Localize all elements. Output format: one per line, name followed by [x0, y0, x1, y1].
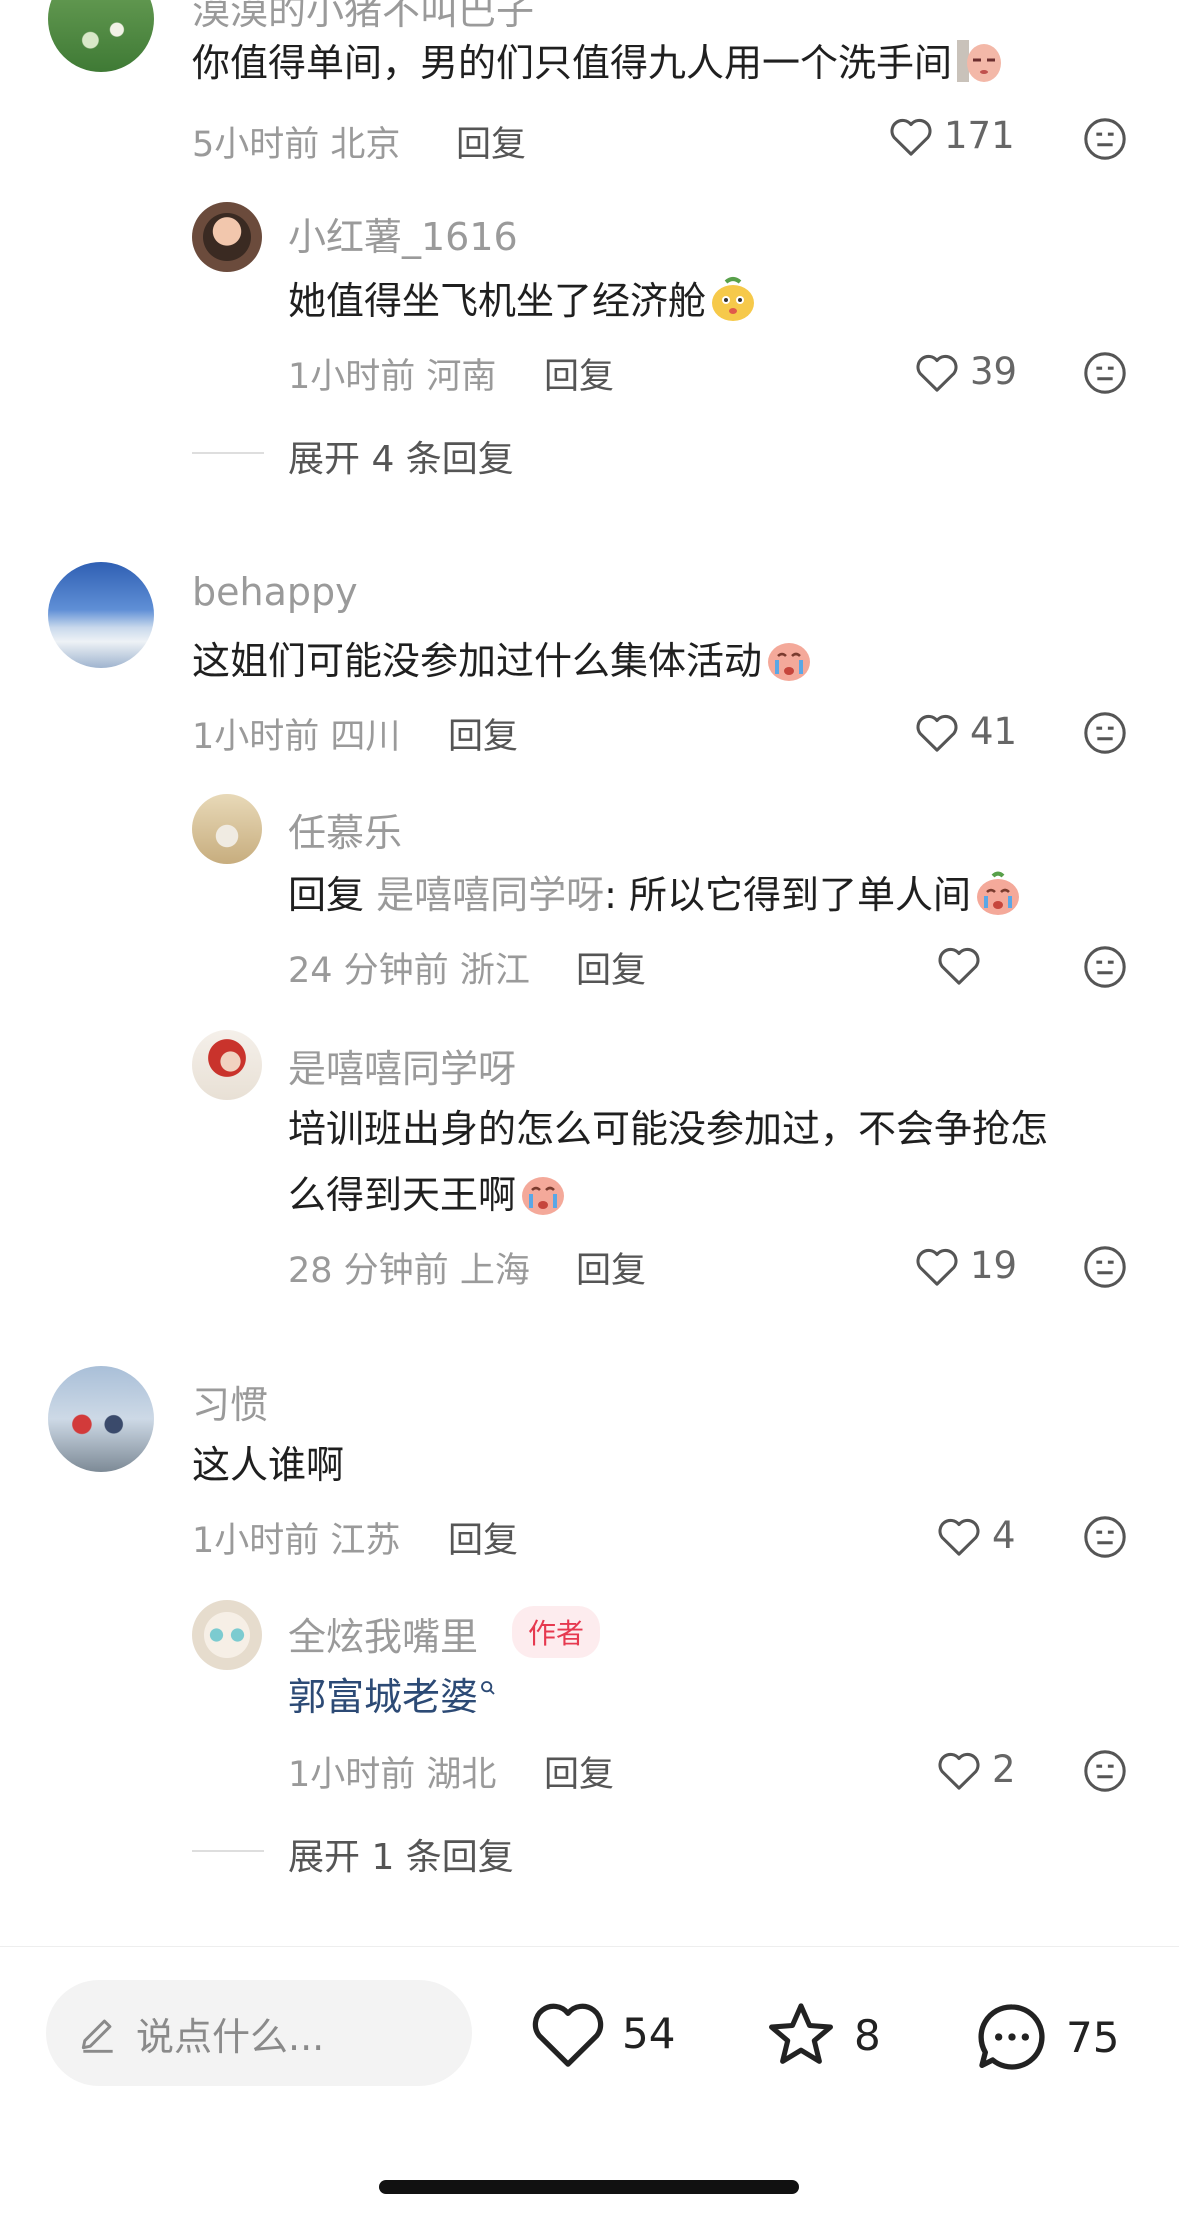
like-count: 19	[970, 1244, 1018, 1287]
like-button[interactable]: 171	[888, 114, 1015, 157]
heart-icon	[938, 947, 980, 985]
expand-replies-button[interactable]: 展开 1 条回复	[288, 1828, 514, 1880]
reply-button[interactable]: 回复	[544, 1746, 614, 1797]
like-post-count: 54	[622, 2008, 676, 2058]
favorite-count: 8	[854, 2010, 881, 2060]
heart-icon	[938, 1518, 980, 1556]
reply-button[interactable]: 回复	[456, 116, 526, 167]
like-post-button[interactable]: 54	[528, 1997, 675, 2069]
comment-text: 郭富城老婆	[288, 1664, 496, 1730]
comment-text: 回复 是嘻嘻同学呀: 所以它得到了单人间	[288, 862, 1023, 928]
comment-meta: 28 分钟前 上海	[288, 1251, 530, 1291]
comment-username[interactable]: 小红薯_1616	[288, 206, 518, 261]
reply-button[interactable]: 回复	[576, 1242, 646, 1293]
comment-username[interactable]: behappy	[192, 570, 358, 614]
like-button[interactable]: 4	[936, 1514, 1016, 1557]
comment-text: 她值得坐飞机坐了经济舱	[288, 268, 758, 334]
sticker-icon	[712, 277, 755, 321]
reply-button[interactable]: 回复	[576, 942, 646, 993]
expand-replies-button[interactable]: 展开 4 条回复	[288, 430, 514, 482]
like-count: 171	[944, 114, 1015, 157]
heart-icon	[916, 1248, 958, 1286]
search-keyword-link[interactable]: 郭富城老婆	[288, 1675, 478, 1719]
comment-text: 这人谁啊	[192, 1443, 345, 1487]
like-button[interactable]: 2	[936, 1748, 1016, 1791]
avatar[interactable]	[192, 794, 262, 864]
heart-icon	[938, 1752, 980, 1790]
like-count: 39	[970, 350, 1018, 393]
comment-input-placeholder: 说点什么...	[136, 2014, 325, 2059]
like-count: 2	[992, 1748, 1016, 1791]
like-count: 41	[970, 710, 1018, 753]
heart-icon	[532, 2003, 604, 2067]
comments-count: 75	[1066, 2012, 1120, 2062]
search-link-icon	[481, 1681, 495, 1695]
sticker-icon	[957, 40, 1002, 82]
reply-button[interactable]: 回复	[448, 708, 518, 759]
avatar[interactable]	[192, 1030, 262, 1100]
neutral-face-icon[interactable]	[1082, 350, 1128, 396]
comments-button[interactable]: 75	[972, 1997, 1119, 2077]
comment-username[interactable]: 习惯	[192, 1374, 268, 1429]
avatar[interactable]	[48, 0, 154, 72]
comment-meta: 5小时前 北京	[192, 125, 401, 165]
comment-username[interactable]: 全炫我嘴里	[288, 1606, 478, 1661]
comment-meta: 24 分钟前 浙江	[288, 951, 530, 991]
neutral-face-icon[interactable]	[1082, 1244, 1128, 1290]
avatar[interactable]	[48, 562, 154, 668]
reply-button[interactable]: 回复	[544, 348, 614, 399]
expand-divider	[192, 452, 264, 454]
author-tag: 作者	[512, 1606, 601, 1658]
avatar[interactable]	[192, 202, 262, 272]
sticker-icon	[768, 643, 811, 681]
comment-text: 你值得单间，男的们只值得九人用一个洗手间	[192, 30, 1004, 96]
neutral-face-icon[interactable]	[1082, 1748, 1128, 1794]
like-button[interactable]: 39	[914, 350, 1017, 393]
pencil-icon	[81, 2019, 113, 2053]
comment-username[interactable]: 任慕乐	[288, 802, 402, 857]
heart-icon	[916, 714, 958, 752]
expand-divider	[192, 1850, 264, 1852]
comment-text: 这姐们可能没参加过什么集体活动	[192, 628, 814, 694]
reply-button[interactable]: 回复	[448, 1512, 518, 1563]
comment-meta: 1小时前 四川	[192, 717, 401, 757]
heart-icon	[916, 354, 958, 392]
comment-meta: 1小时前 江苏	[192, 1521, 401, 1561]
comment-meta: 1小时前 湖北	[288, 1755, 497, 1795]
like-count: 4	[992, 1514, 1016, 1557]
comment-text: 培训班出身的怎么可能没参加过，不会争抢怎	[288, 1107, 1049, 1151]
heart-icon	[890, 118, 932, 156]
neutral-face-icon[interactable]	[1082, 1514, 1128, 1560]
star-icon	[769, 2003, 833, 2064]
comment-bubble-icon	[978, 2004, 1045, 2070]
like-button[interactable]	[936, 944, 992, 986]
like-button[interactable]: 19	[914, 1244, 1017, 1287]
bottom-action-bar: 说点什么... 54 8 75	[0, 1946, 1179, 2220]
mentioned-user-link[interactable]: 是嘻嘻同学呀	[376, 873, 604, 917]
comment-meta: 1小时前 河南	[288, 357, 497, 397]
favorite-button[interactable]: 8	[762, 1997, 881, 2073]
avatar[interactable]	[48, 1366, 154, 1472]
home-indicator[interactable]	[379, 2180, 799, 2194]
sticker-icon	[522, 1177, 565, 1215]
comment-username[interactable]: 是嘻嘻同学呀	[288, 1038, 516, 1093]
neutral-face-icon[interactable]	[1082, 116, 1128, 162]
neutral-face-icon[interactable]	[1082, 944, 1128, 990]
neutral-face-icon[interactable]	[1082, 710, 1128, 756]
comment-text-line2: 么得到天王啊	[288, 1162, 568, 1228]
sticker-icon	[977, 871, 1020, 915]
avatar[interactable]	[192, 1600, 262, 1670]
like-button[interactable]: 41	[914, 710, 1017, 753]
comment-input[interactable]: 说点什么...	[46, 1980, 472, 2086]
